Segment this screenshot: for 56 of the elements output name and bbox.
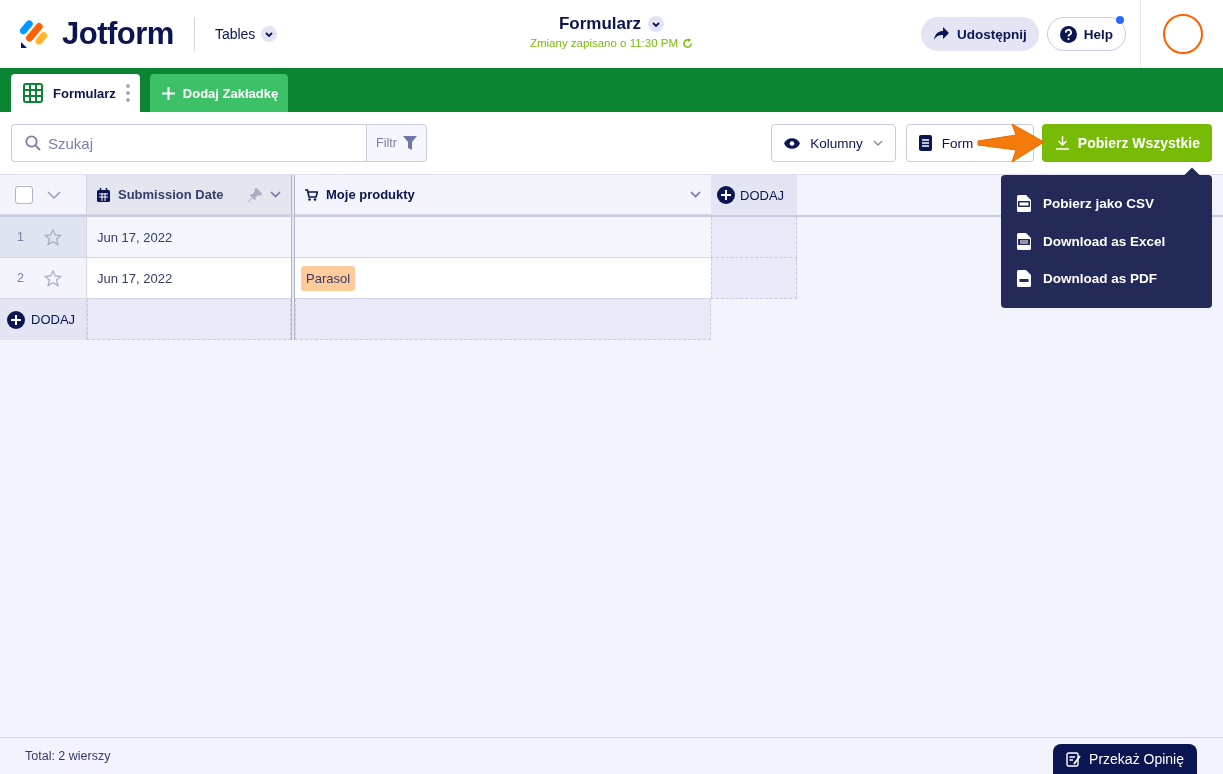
feedback-icon	[1066, 751, 1082, 767]
pin-icon[interactable]	[248, 187, 262, 202]
calendar-icon	[97, 187, 110, 202]
refresh-icon	[682, 37, 694, 49]
pointer-arrow-icon	[975, 121, 1046, 165]
star-icon[interactable]	[43, 269, 62, 287]
product-tag: Parasol	[301, 265, 356, 291]
app-menu[interactable]: Tables	[214, 26, 278, 42]
chevron-icon	[261, 26, 278, 42]
add-column-button[interactable]: DODAJ	[711, 175, 797, 215]
filter-button[interactable]: Filtr	[366, 124, 427, 162]
row-count: Total: 2 wierszy	[25, 749, 111, 763]
chevron-down-icon	[872, 140, 883, 146]
grid-icon	[23, 83, 43, 103]
filter-icon	[402, 136, 417, 150]
row-number: 2	[17, 271, 24, 285]
table-cell: Jun 17, 2022	[97, 229, 173, 245]
avatar[interactable]	[1163, 14, 1203, 54]
select-all-checkbox[interactable]	[15, 185, 33, 204]
menu-item[interactable]: Download as Excel	[1001, 222, 1212, 260]
table-cell: Jun 17, 2022	[97, 270, 173, 286]
row-header[interactable]: 2	[0, 258, 87, 299]
feedback-button[interactable]: Przekaż Opinię	[1053, 744, 1197, 774]
share-button[interactable]: Udostępnij	[921, 17, 1039, 51]
help-button[interactable]: Help	[1046, 17, 1126, 51]
file-icon	[1017, 270, 1031, 288]
row-number: 1	[17, 230, 24, 244]
plus-icon	[161, 86, 175, 100]
column-header[interactable]: Submission Date	[87, 175, 291, 215]
more-vertical-icon[interactable]	[125, 84, 130, 102]
file-icon	[1017, 195, 1031, 213]
share-arrow-icon	[933, 27, 949, 41]
download-icon	[1055, 136, 1069, 150]
logo-icon	[20, 19, 50, 49]
plus-circle-icon	[7, 310, 25, 329]
chevron-icon[interactable]	[648, 16, 665, 32]
eye-icon	[784, 137, 801, 149]
chevron-down-icon[interactable]	[47, 190, 61, 199]
file-icon	[1017, 232, 1031, 250]
search-icon	[25, 135, 41, 151]
logo-text: Jotform	[62, 16, 174, 52]
plus-circle-icon	[717, 186, 735, 204]
search-field[interactable]: Szukaj	[11, 124, 366, 162]
chevron-down-icon[interactable]	[270, 191, 281, 198]
document-icon	[918, 135, 932, 151]
columns-button[interactable]: Kolumny	[771, 124, 896, 162]
chevron-down-icon[interactable]	[690, 191, 701, 198]
star-icon[interactable]	[43, 228, 62, 246]
question-icon	[1059, 25, 1077, 43]
menu-item[interactable]: Pobierz jako CSV	[1001, 185, 1212, 223]
cart-icon	[305, 188, 318, 201]
add-row-button[interactable]: DODAJ	[0, 299, 87, 340]
form-title: Formularz	[558, 14, 642, 34]
menu-item[interactable]: Download as PDF	[1001, 260, 1212, 298]
sheet-tab[interactable]: Formularz	[11, 74, 140, 112]
save-status: Zmiany zapisano o 11:30 PM	[529, 37, 679, 49]
